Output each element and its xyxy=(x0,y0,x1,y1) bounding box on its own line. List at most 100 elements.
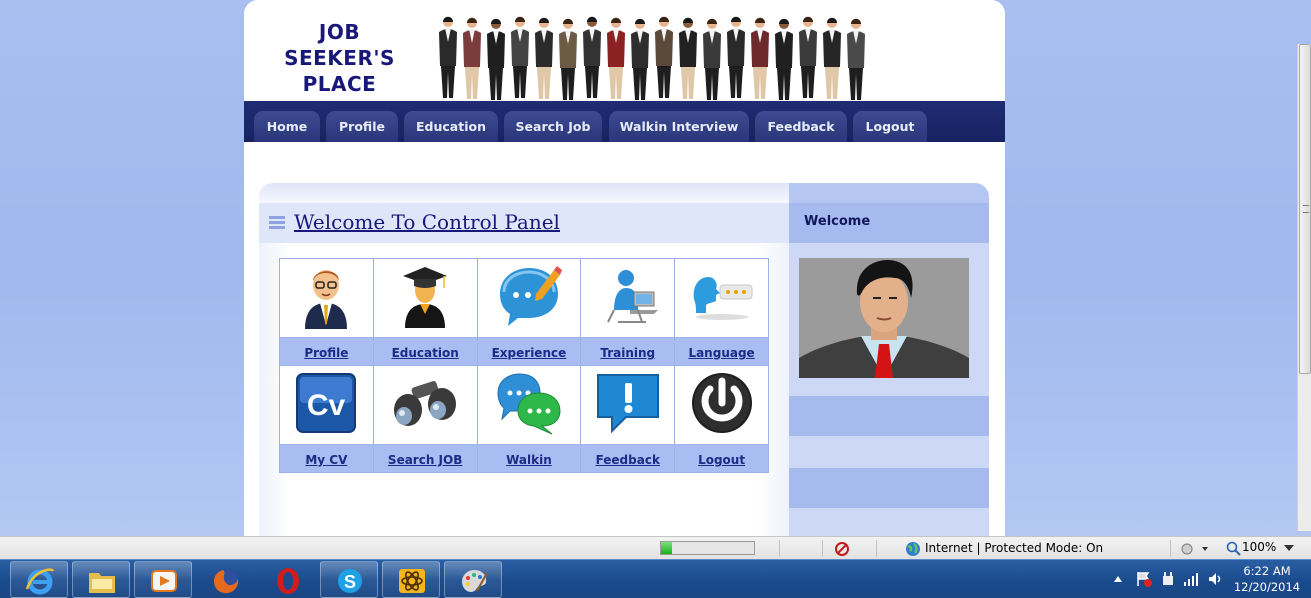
taskbar-skype-button[interactable]: S xyxy=(320,561,378,598)
speaking-head-icon xyxy=(693,277,753,320)
site-logo[interactable]: JOB SEEKER'S PLACE xyxy=(272,19,407,97)
link-education[interactable]: Education xyxy=(392,346,459,360)
volume-icon[interactable] xyxy=(1207,571,1223,587)
chevron-down-icon[interactable] xyxy=(1284,545,1294,551)
person-figure xyxy=(631,18,649,100)
main-nav: Home Profile Education Search Job Walkin… xyxy=(244,101,1005,142)
menu-lines-icon xyxy=(269,216,285,229)
sidebar-heading: Welcome xyxy=(804,214,871,229)
link-logout[interactable]: Logout xyxy=(698,453,745,467)
shortcut-training-icon-cell[interactable] xyxy=(580,258,676,338)
link-training[interactable]: Training xyxy=(600,346,655,360)
panel-header: Welcome To Control Panel xyxy=(259,203,789,243)
page-card: JOB SEEKER'S PLACE Home Profile Educatio… xyxy=(244,0,1005,536)
person-figure xyxy=(823,17,841,99)
zoom-icon[interactable] xyxy=(1226,541,1242,557)
person-figure xyxy=(439,16,457,98)
nav-tab-education[interactable]: Education xyxy=(404,111,498,142)
shortcut-label-cell: Experience xyxy=(476,337,582,366)
sidebar-header: Welcome xyxy=(789,203,989,243)
link-language[interactable]: Language xyxy=(688,346,754,360)
internet-explorer-icon xyxy=(25,568,55,595)
taskbar-explorer-button[interactable] xyxy=(72,561,130,598)
nav-tab-feedback[interactable]: Feedback xyxy=(755,111,847,142)
clock[interactable]: 6:22 AM 12/20/2014 xyxy=(1232,563,1302,595)
control-panel: Welcome To Control Panel Profile Educati… xyxy=(259,183,789,536)
scrollbar-thumb[interactable] xyxy=(1299,44,1311,374)
business-people-image xyxy=(439,16,865,100)
graduate-icon xyxy=(403,267,448,328)
paint-palette-icon xyxy=(462,570,488,592)
person-figure xyxy=(487,18,505,100)
businessman-icon xyxy=(305,270,348,329)
action-center-flag-icon[interactable] xyxy=(1136,571,1152,587)
taskbar-opera-button[interactable] xyxy=(258,561,316,598)
link-experience[interactable]: Experience xyxy=(492,346,567,360)
taskbar-paint-button[interactable] xyxy=(444,561,502,598)
binoculars-icon xyxy=(394,381,457,426)
vertical-scrollbar[interactable] xyxy=(1297,44,1311,531)
security-zone-text[interactable]: Internet | Protected Mode: On xyxy=(925,541,1103,555)
shortcut-label-cell: Profile xyxy=(279,337,374,366)
svg-text:Cv: Cv xyxy=(307,389,346,422)
shortcut-label-cell: My CV xyxy=(279,444,374,473)
folder-icon xyxy=(89,573,115,593)
taskbar-ie-button[interactable] xyxy=(10,561,68,598)
shortcut-language-icon-cell[interactable] xyxy=(674,258,769,338)
link-my-cv[interactable]: My CV xyxy=(305,453,347,467)
cv-icon: Cv xyxy=(296,373,357,433)
status-divider xyxy=(779,540,780,557)
nav-tab-logout[interactable]: Logout xyxy=(853,111,927,142)
svg-text:S: S xyxy=(344,572,356,592)
link-feedback[interactable]: Feedback xyxy=(596,453,660,467)
person-figure xyxy=(799,16,817,98)
taskbar-media-player-button[interactable] xyxy=(134,561,192,598)
speech-bubble-pencil-icon xyxy=(499,266,562,326)
link-walkin[interactable]: Walkin xyxy=(506,453,552,467)
status-divider xyxy=(876,540,877,557)
chat-bubbles-icon xyxy=(497,373,561,435)
person-figure xyxy=(511,16,529,98)
shortcut-walkin-icon-cell[interactable] xyxy=(476,365,582,445)
shortcut-label-cell: Search JOB xyxy=(372,444,478,473)
nav-tab-walkin-interview[interactable]: Walkin Interview xyxy=(609,111,749,142)
browser-status-bar: Internet | Protected Mode: On 100% xyxy=(0,536,1311,559)
nav-tab-profile[interactable]: Profile xyxy=(326,111,398,142)
person-figure xyxy=(847,18,865,100)
link-search-job[interactable]: Search JOB xyxy=(388,453,462,467)
network-signal-icon[interactable] xyxy=(1183,571,1199,587)
shortcut-mycv-icon-cell[interactable]: Cv xyxy=(279,365,374,445)
zoom-level[interactable]: 100% xyxy=(1242,540,1276,554)
power-icon xyxy=(691,373,752,433)
sidebar-band xyxy=(789,396,989,436)
popup-blocked-icon[interactable] xyxy=(834,541,850,557)
taskbar-firefox-button[interactable] xyxy=(196,561,254,598)
logo-line-1: JOB xyxy=(318,20,361,44)
user-photo xyxy=(799,258,969,378)
taskbar-app-button[interactable] xyxy=(382,561,440,598)
shortcut-logout-icon-cell[interactable] xyxy=(674,365,769,445)
status-divider xyxy=(822,540,823,557)
shortcut-profile-icon-cell[interactable] xyxy=(279,258,374,338)
shortcut-searchjob-icon-cell[interactable] xyxy=(372,365,478,445)
shortcut-label-cell: Walkin xyxy=(476,444,582,473)
person-figure xyxy=(727,16,745,98)
show-hidden-icons-chevron-icon[interactable] xyxy=(1114,576,1122,582)
nav-tab-home[interactable]: Home xyxy=(254,111,320,142)
shortcut-label-cell: Training xyxy=(580,337,676,366)
nav-tab-search-job[interactable]: Search Job xyxy=(504,111,602,142)
site-banner: JOB SEEKER'S PLACE xyxy=(244,0,1005,101)
link-profile[interactable]: Profile xyxy=(304,346,348,360)
shortcut-experience-icon-cell[interactable] xyxy=(476,258,582,338)
panel-title[interactable]: Welcome To Control Panel xyxy=(294,210,560,234)
settings-dropdown-icon[interactable] xyxy=(1180,542,1210,556)
skype-icon: S xyxy=(338,569,362,593)
power-plug-icon[interactable] xyxy=(1160,571,1176,587)
shortcut-label-cell: Feedback xyxy=(580,444,676,473)
person-figure xyxy=(535,17,553,99)
panel-top-strip xyxy=(259,183,789,203)
shortcut-feedback-icon-cell[interactable] xyxy=(580,365,676,445)
person-at-laptop-icon xyxy=(595,264,660,328)
shortcut-education-icon-cell[interactable] xyxy=(372,258,478,338)
sidebar-band xyxy=(789,468,989,508)
